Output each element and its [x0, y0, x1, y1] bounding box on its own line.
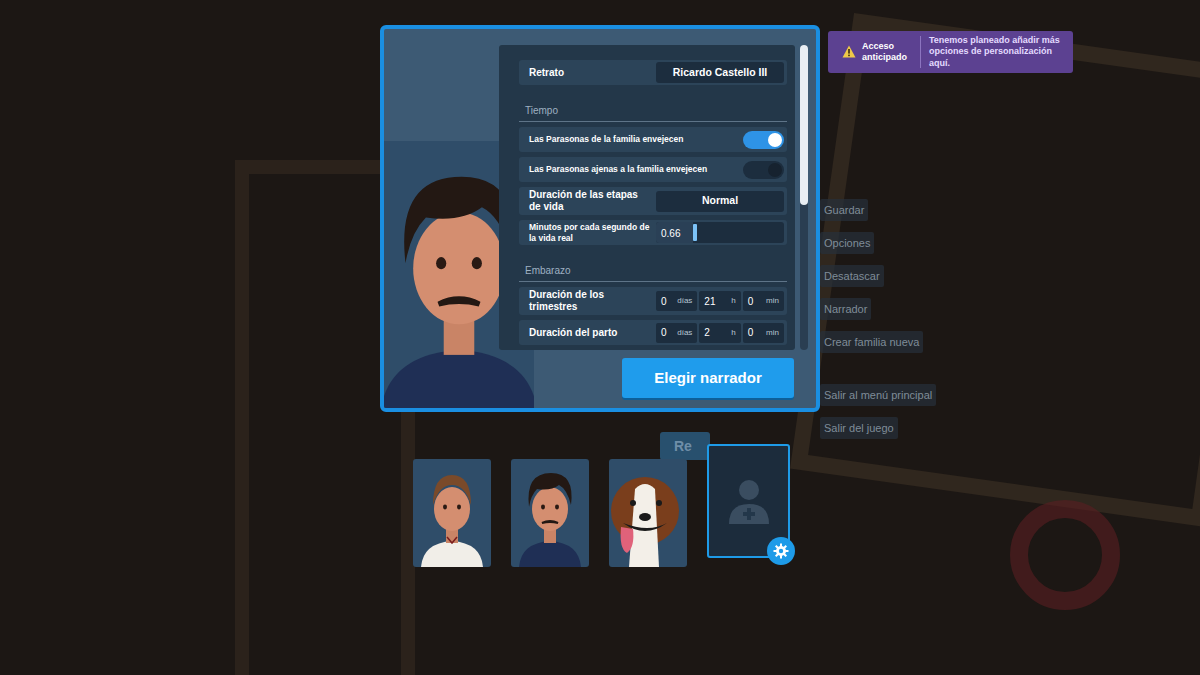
duration-field[interactable]: 0 min	[743, 323, 784, 343]
duration-field[interactable]: 0 días	[656, 323, 697, 343]
covered-button[interactable]: Re	[660, 432, 710, 460]
scrollbar-thumb[interactable]	[800, 45, 808, 205]
setting-label: Duración de los trimestres	[529, 289, 650, 313]
duration-unit: h	[731, 295, 735, 307]
person-portrait	[413, 459, 491, 567]
duration-value: 21	[704, 294, 715, 309]
setting-label: Duración del parto	[529, 327, 650, 339]
toggle-knob	[768, 163, 782, 177]
scrollbar[interactable]	[800, 45, 808, 350]
choose-narrator-button[interactable]: Elegir narrador	[622, 358, 794, 398]
select-value: Normal	[702, 193, 738, 209]
game-screen: Guardar Opciones Desatascar Narrador Crear f…	[0, 0, 1200, 675]
duration-value: 0	[661, 294, 667, 309]
setting-row: Las Parasonas ajenas a la familia enveje…	[519, 157, 787, 182]
section-title: Embarazo	[525, 263, 571, 278]
menu-item[interactable]: Guardar	[820, 199, 868, 221]
setting-row: Minutos por cada segundo de la vida real…	[519, 220, 787, 245]
duration-unit: min	[766, 327, 779, 339]
duration-unit: h	[731, 327, 735, 339]
menu-item[interactable]: Opciones	[820, 232, 874, 254]
confirm-area: Elegir narrador	[622, 358, 794, 398]
badge-title: Acceso anticipado	[862, 41, 912, 63]
menu-item[interactable]: Salir del juego	[820, 417, 898, 439]
setting-label: Retrato	[529, 67, 650, 79]
duration-unit: días	[677, 295, 692, 307]
duration-value: 2	[704, 325, 710, 340]
scene-logo	[1010, 500, 1120, 610]
duration-unit: días	[677, 327, 692, 339]
toggle-switch[interactable]	[743, 161, 784, 179]
section-header: Embarazo	[519, 250, 787, 282]
setting-label: Duración de las etapas de vida	[529, 189, 650, 213]
setting-row: Las Parasonas de la familia envejecen	[519, 127, 787, 152]
duration-fields: 0 días 21 h 0 min	[656, 291, 784, 311]
menu-item[interactable]: Crear familia nueva	[820, 331, 923, 353]
menu-item[interactable]: Narrador	[820, 298, 871, 320]
menu-item[interactable]: Salir al menú principal	[820, 384, 936, 406]
person-portrait	[511, 459, 589, 567]
badge-divider	[920, 36, 921, 68]
member-card[interactable]	[413, 459, 491, 567]
settings-panel: Retrato Ricardo Castello III Tiempo Las Par…	[499, 45, 795, 350]
duration-unit: min	[766, 295, 779, 307]
duration-value: 0	[748, 294, 754, 309]
duration-field[interactable]: 21 h	[699, 291, 740, 311]
dog-portrait	[609, 459, 687, 567]
duration-field[interactable]: 2h	[699, 323, 740, 343]
slider-track[interactable]: 0.66	[656, 222, 784, 243]
duration-value: 0	[661, 325, 667, 340]
menu-item[interactable]: Desatascar	[820, 265, 884, 287]
early-access-badge: Acceso anticipado Tenemos planeado añadir…	[828, 31, 1073, 73]
duration-field[interactable]: 0 días	[656, 291, 697, 311]
member-card[interactable]	[609, 459, 687, 567]
duration-field[interactable]: 0 min	[743, 291, 784, 311]
slider-thumb[interactable]	[693, 224, 697, 241]
setting-label: Las Parasonas ajenas a la familia enveje…	[529, 164, 737, 174]
add-person-icon	[727, 476, 771, 526]
section-title: Tiempo	[525, 103, 558, 118]
toggle-switch[interactable]	[743, 131, 784, 149]
add-member-card[interactable]	[707, 444, 790, 558]
section-header: Tiempo	[519, 90, 787, 122]
badge-message: Tenemos planeado añadir más opciones de …	[921, 31, 1073, 73]
toggle-knob	[768, 133, 782, 147]
slider-value: 0.66	[661, 226, 680, 241]
setting-row: Retrato Ricardo Castello III	[519, 60, 787, 85]
family-bar	[413, 444, 790, 567]
setting-row: Duración de los trimestres 0 días 21 h 0 min	[519, 287, 787, 315]
pause-menu: Guardar Opciones Desatascar Narrador Crear f…	[820, 199, 936, 439]
select-value: Ricardo Castello III	[673, 65, 768, 81]
setting-row: Duración del parto0días2h0min	[519, 320, 787, 345]
badge-title-area: Acceso anticipado	[828, 31, 920, 73]
setting-select[interactable]: Normal	[656, 191, 784, 212]
narrator-dialog: Retrato Ricardo Castello III Tiempo Las Par…	[380, 25, 820, 412]
gear-icon	[773, 543, 789, 559]
covered-area: Re	[660, 432, 710, 460]
member-card[interactable]	[511, 459, 589, 567]
warning-icon	[842, 45, 856, 58]
settings-list: Retrato Ricardo Castello III Tiempo Las Par…	[499, 45, 795, 345]
setting-label: Las Parasonas de la familia envejecen	[529, 134, 737, 144]
settings-button[interactable]	[767, 537, 795, 565]
setting-select[interactable]: Ricardo Castello III	[656, 62, 784, 83]
setting-row: Duración de las etapas de vida Normal	[519, 187, 787, 215]
duration-fields: 0días2h0min	[656, 323, 784, 343]
duration-value: 0	[748, 325, 754, 340]
setting-label: Minutos por cada segundo de la vida real	[529, 222, 650, 242]
